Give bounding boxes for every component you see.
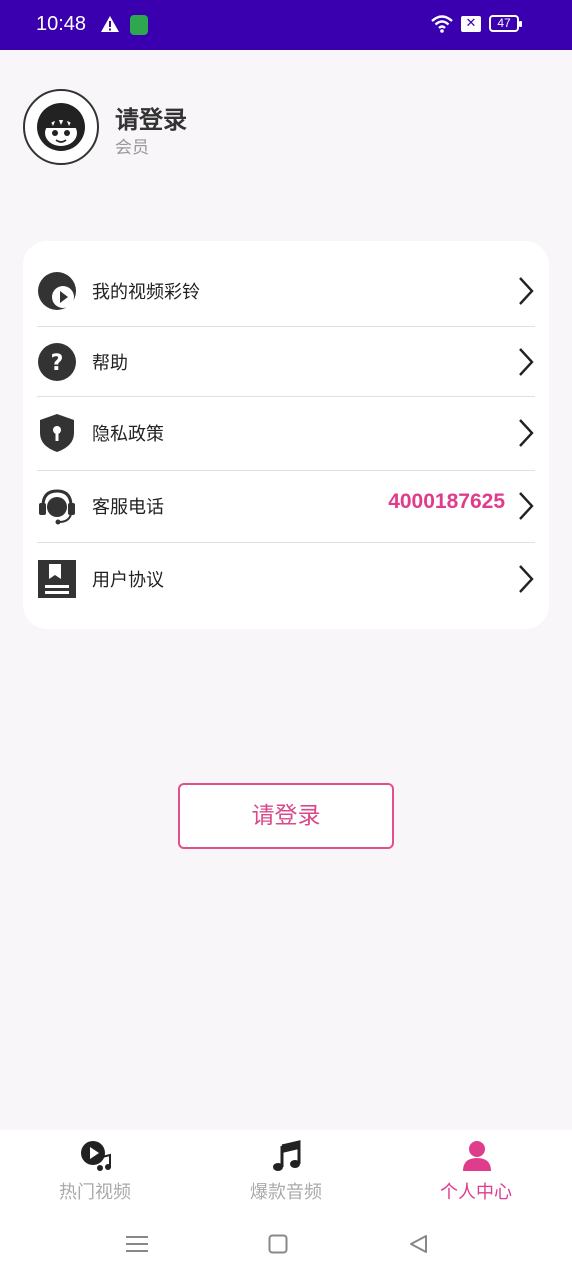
status-bar: 10:48 ✕ 47: [0, 0, 572, 50]
tab-audio[interactable]: 爆款音频: [191, 1130, 381, 1214]
menu-item-video-ringtone[interactable]: 我的视频彩铃: [37, 256, 535, 326]
wifi-icon: [430, 14, 454, 38]
customer-service-icon: [39, 489, 75, 525]
tab-personal-center[interactable]: 个人中心: [381, 1130, 571, 1214]
avatar[interactable]: [23, 89, 99, 165]
bottom-tab-bar: 热门视频 爆款音频 个人中心: [0, 1130, 572, 1214]
menu-item-label: 客服电话: [92, 497, 164, 518]
help-icon: ?: [38, 343, 76, 381]
membership-label: 会员: [115, 138, 149, 158]
cartoon-face-icon: [37, 103, 85, 151]
tab-label: 热门视频: [59, 1182, 131, 1203]
menu-nav-icon[interactable]: [126, 1234, 148, 1254]
profile-name[interactable]: 请登录: [115, 100, 187, 135]
menu-item-label: 用户协议: [92, 570, 164, 591]
menu-item-customer-service[interactable]: 客服电话 4000187625: [37, 471, 535, 541]
tab-label: 爆款音频: [250, 1182, 322, 1203]
user-agreement-icon: [38, 560, 76, 598]
tab-hot-video[interactable]: 热门视频: [0, 1130, 190, 1214]
video-ringtone-icon: [38, 272, 76, 310]
system-nav-bar: [0, 1214, 572, 1280]
menu-item-label: 我的视频彩铃: [92, 282, 200, 303]
back-nav-icon[interactable]: [408, 1234, 428, 1254]
menu-card: 我的视频彩铃 ? 帮助 隐私政策 客服电话 4000187625 用户协议: [23, 241, 549, 629]
tab-label: 个人中心: [440, 1182, 512, 1203]
menu-item-label: 帮助: [92, 353, 128, 374]
menu-item-privacy[interactable]: 隐私政策: [37, 398, 535, 468]
menu-item-help[interactable]: ? 帮助: [37, 327, 535, 397]
chevron-right-icon: [519, 348, 534, 376]
menu-item-label: 隐私政策: [92, 424, 164, 445]
chevron-right-icon: [519, 565, 534, 593]
hot-video-icon: [81, 1141, 111, 1171]
login-button[interactable]: 请登录: [178, 783, 394, 849]
music-note-icon: [273, 1140, 301, 1171]
chevron-right-icon: [519, 492, 534, 520]
svg-text:?: ?: [51, 351, 64, 376]
battery-icon: 47: [489, 15, 522, 32]
sim-disabled-icon: ✕: [461, 16, 481, 32]
app-notification-icon: [130, 15, 148, 35]
privacy-shield-icon: [40, 414, 74, 452]
divider: [37, 542, 535, 543]
warning-icon: [100, 15, 120, 37]
home-nav-icon[interactable]: [268, 1234, 288, 1254]
person-icon: [463, 1141, 491, 1171]
status-time: 10:48: [36, 13, 87, 35]
chevron-right-icon: [519, 277, 534, 305]
divider: [37, 396, 535, 397]
customer-service-phone[interactable]: 4000187625: [388, 490, 505, 514]
chevron-right-icon: [519, 419, 534, 447]
menu-item-user-agreement[interactable]: 用户协议: [37, 544, 535, 614]
